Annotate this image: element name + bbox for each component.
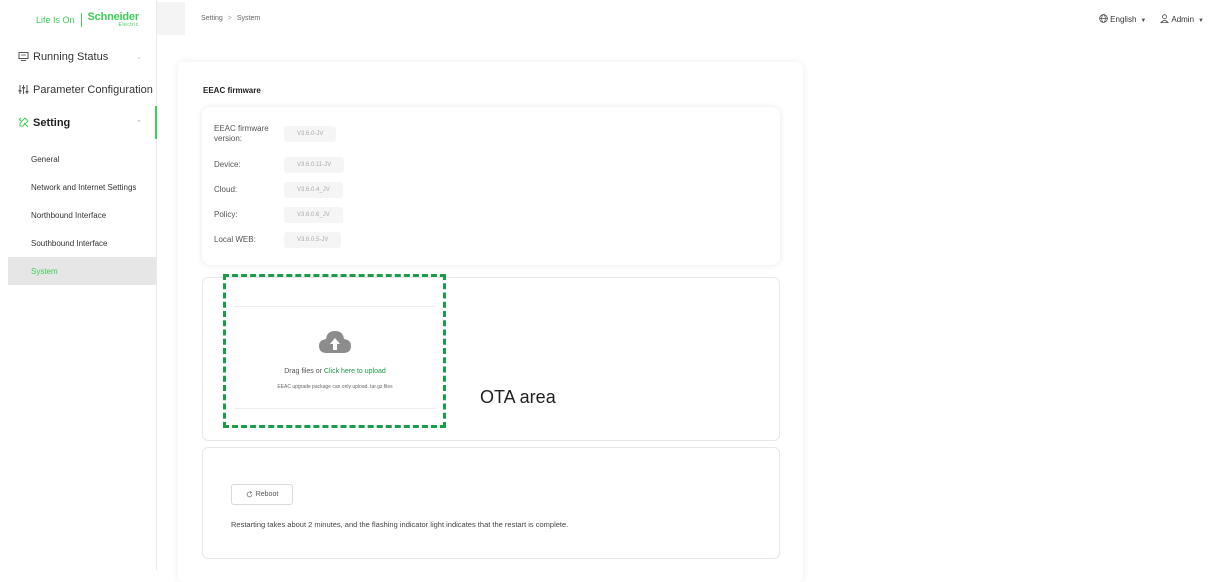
monitor-icon: [18, 51, 29, 62]
firmware-row-label: Device:: [214, 160, 241, 169]
chevron-up-icon: ⌃: [136, 119, 142, 127]
user-icon: [1160, 14, 1170, 23]
sidebar-item-southbound[interactable]: Southbound Interface: [0, 229, 156, 257]
reboot-note: Restarting takes about 2 minutes, and th…: [231, 520, 569, 529]
setting-icon: [18, 117, 29, 128]
chevron-down-icon: ⌄: [144, 86, 150, 94]
firmware-row: Device: V3.6.0.11-JV: [214, 157, 345, 173]
logo-divider: [80, 13, 82, 27]
upload-link[interactable]: Click here to upload: [324, 368, 386, 375]
menu-parameter-configuration[interactable]: Parameter Configuration ⌄: [0, 73, 156, 106]
menu-running-status[interactable]: Running Status ⌄: [0, 40, 156, 73]
breadcrumb: Setting > System: [201, 15, 260, 22]
globe-icon: [1099, 14, 1108, 23]
firmware-row-label: Local WEB:: [214, 235, 256, 244]
firmware-row-label: Cloud:: [214, 185, 238, 194]
firmware-row: Local WEB: V3.6.0.5-JV: [214, 232, 342, 248]
upload-instruction: Drag files or Click here to upload: [234, 368, 436, 375]
firmware-row-value: V3.6.0.11-JV: [284, 157, 345, 173]
sidebar-item-general[interactable]: General: [0, 145, 156, 173]
sidebar-item-network[interactable]: Network and Internet Settings: [0, 173, 156, 201]
language-label: English: [1110, 15, 1137, 24]
breadcrumb-current: System: [236, 14, 261, 22]
card-title: EEAC firmware: [203, 86, 261, 95]
ota-area-label: OTA area: [480, 387, 556, 407]
brand-logo: Schneider Electric: [88, 12, 140, 28]
firmware-row-label: EEAC firmware version:: [214, 124, 269, 143]
upload-dropzone[interactable]: Drag files or Click here to upload EEAC …: [234, 306, 436, 409]
upload-hint: EEAC upgrade package can only upload. ta…: [277, 384, 393, 390]
sidebar-item-system[interactable]: System: [8, 257, 156, 285]
menu-setting[interactable]: Setting ⌃: [0, 106, 157, 139]
reboot-label: Reboot: [255, 491, 279, 498]
logo: Life Is On Schneider Electric: [0, 0, 156, 40]
top-bar: Setting > System: [157, 0, 1210, 36]
brand-tagline: Life Is On: [36, 15, 75, 25]
firmware-row-value: V3.6.0.5-JV: [284, 232, 342, 248]
menu-label: Running Status: [33, 50, 109, 63]
ota-panel: Drag files or Click here to upload EEAC …: [202, 274, 780, 441]
caret-down-icon: ▼: [1198, 18, 1204, 24]
firmware-info-panel: EEAC firmware version: V3.6.0-JV Device:…: [202, 107, 780, 265]
sidebar: Life Is On Schneider Electric Running St…: [0, 0, 157, 570]
firmware-row: Policy: V3.6.0.6_JV: [214, 207, 343, 223]
reboot-panel: Reboot Restarting takes about 2 minutes,…: [202, 447, 780, 559]
firmware-row: EEAC firmware version: V3.6.0-JV: [214, 124, 337, 144]
upload-text: Drag files or: [284, 368, 324, 375]
language-selector[interactable]: English ▼: [1099, 14, 1146, 24]
collapse-toggle[interactable]: [157, 1, 185, 35]
reboot-button[interactable]: Reboot: [231, 484, 293, 505]
menu-label: Parameter Configuration: [33, 83, 153, 96]
refresh-icon: [246, 491, 253, 498]
menu-label: Setting: [33, 116, 71, 129]
firmware-row: Cloud: V3.6.0.4_JV: [214, 182, 343, 198]
firmware-row-value: V3.6.0-JV: [284, 126, 337, 142]
firmware-row-value: V3.6.0.6_JV: [284, 207, 343, 223]
breadcrumb-separator: >: [227, 14, 232, 22]
chevron-down-icon: ⌄: [136, 53, 142, 61]
user-menu[interactable]: Admin ▼: [1160, 14, 1204, 24]
user-name: Admin: [1171, 15, 1195, 24]
cloud-upload-icon: [319, 331, 351, 353]
caret-down-icon: ▼: [1140, 18, 1147, 24]
firmware-row-label: Policy:: [214, 210, 238, 219]
breadcrumb-parent[interactable]: Setting: [201, 15, 223, 22]
firmware-card: EEAC firmware EEAC firmware version: V3.…: [178, 62, 803, 582]
sidebar-item-northbound[interactable]: Northbound Interface: [0, 201, 156, 229]
sliders-icon: [18, 84, 29, 95]
brand-sub: Electric: [118, 22, 139, 28]
header-actions: English ▼ Admin ▼: [1099, 14, 1204, 24]
firmware-row-value: V3.6.0.4_JV: [284, 182, 343, 198]
